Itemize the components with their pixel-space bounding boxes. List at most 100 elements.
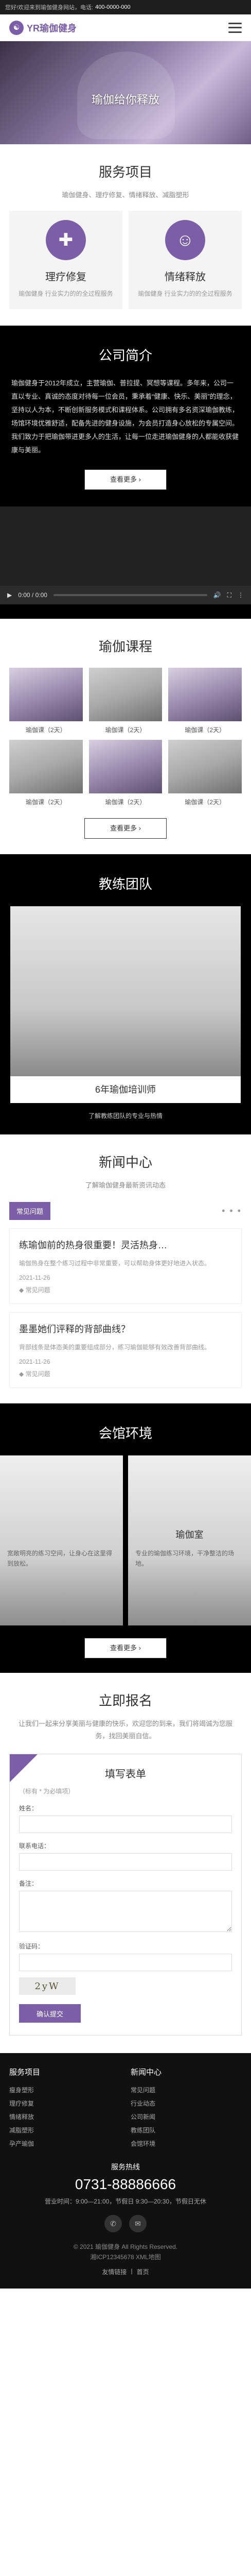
wechat-icon[interactable]: ✉ [129, 2215, 147, 2232]
video-player[interactable]: ▶ 0:00 / 0:00 🔊 ⛶ ⋮ [0, 506, 251, 604]
captcha-image[interactable]: 2yW [19, 1977, 76, 1995]
hero-banner: 瑜伽给你释放 [0, 41, 251, 144]
course-item[interactable]: 瑜伽课（2天） [88, 740, 163, 806]
news-item-tag: ◆ 常见问题 [19, 1285, 232, 1294]
footer-link[interactable]: 理疗修复 [9, 2097, 120, 2110]
name-field[interactable] [19, 1816, 232, 1833]
footer-link[interactable]: 会馆环境 [131, 2137, 242, 2150]
service-desc: 瑜伽健身 行业实力的的全过程服务 [138, 290, 232, 297]
news-section: 新闻中心 了解瑜伽健身最新资讯动态 常见问题 • • • 练瑜伽前的热身很重要！… [0, 1134, 251, 1403]
footer-link[interactable]: 孕产瑜伽 [9, 2137, 120, 2150]
tag-icon: ◆ [19, 1286, 26, 1294]
signup-subtitle: 让我们一起来分享美丽与健康的快乐，欢迎您的到来，我们将竭诚为您服务，找回美丽自信… [18, 1720, 232, 1740]
submit-button[interactable]: 确认提交 [19, 2004, 81, 2023]
hotline-block: 服务热线 0731-88886666 营业时间：9:00—21:00，节假日 9… [9, 2162, 242, 2206]
qq-icon[interactable]: ✆ [104, 2215, 122, 2232]
captcha-field[interactable] [19, 1954, 232, 1971]
course-caption: 瑜伽课（2天） [185, 799, 225, 806]
copyright: © 2021 瑜伽健身 All Rights Reserved. 湘ICP123… [9, 2242, 242, 2262]
courses-more-button[interactable]: 查看更多 › [84, 818, 167, 839]
signup-title: 立即报名 [98, 1693, 152, 1708]
services-section: 服务项目 瑜伽健身、理疗修复、情绪释放、减脂塑形 ✚ 理疗修复 瑜伽健身 行业实… [0, 144, 251, 326]
video-time: 0:00 / 0:00 [18, 591, 47, 599]
phone-label: 联系电话： [19, 1842, 50, 1850]
team-title: 教练团队 [98, 876, 152, 892]
news-item-date: 2021-11-26 [19, 1358, 50, 1365]
team-section: 教练团队 6年瑜伽培训师 了解教练团队的专业与热情 [0, 854, 251, 1134]
news-item[interactable]: 练瑜伽前的热身很重要！灵活热身… 瑜伽热身在整个练习过程中非常重要，可以帮助身体… [9, 1228, 242, 1304]
environment-photo[interactable]: 宽敞明亮的练习空间，让身心在这里得到放松。 [0, 1455, 123, 1625]
news-item-desc: 瑜伽热身在整个练习过程中非常重要，可以帮助身体更好地进入状态。 [19, 1260, 211, 1267]
footer-link[interactable]: 行业动态 [131, 2097, 242, 2110]
meditation-icon: ☺ [165, 220, 205, 260]
course-item[interactable]: 瑜伽课（2天） [9, 740, 83, 806]
about-title: 公司简介 [98, 348, 152, 363]
name-label: 姓名： [19, 1805, 38, 1812]
environment-photo-desc: 专业的瑜伽练习环境，干净整洁的场地。 [135, 1550, 235, 1567]
environment-section: 会馆环境 宽敞明亮的练习空间，让身心在这里得到放松。 瑜伽室 专业的瑜伽练习环境… [0, 1403, 251, 1673]
service-card-emotion[interactable]: ☺ 情绪释放 瑜伽健身 行业实力的的全过程服务 [129, 211, 242, 309]
about-text: 瑜伽健身于2012年成立，主营瑜伽、普拉提、冥想等课程。多年来，公司一直以专业、… [11, 379, 239, 454]
courses-section: 瑜伽课程 瑜伽课（2天） 瑜伽课（2天） 瑜伽课（2天） 瑜伽课（2天） 瑜伽课… [0, 619, 251, 854]
remark-label: 备注： [19, 1880, 38, 1887]
news-item-desc: 背部线条是体态美的重要组成部分，练习瑜伽能够有效改善背部曲线。 [19, 1344, 211, 1351]
news-item-tag-text: 常见问题 [25, 1370, 50, 1378]
course-image [88, 668, 163, 721]
hotline-number[interactable]: 0731-88886666 [9, 2176, 242, 2193]
course-image [9, 668, 83, 721]
video-controls: ▶ 0:00 / 0:00 🔊 ⛶ ⋮ [0, 586, 251, 604]
course-item[interactable]: 瑜伽课（2天） [88, 668, 163, 734]
remark-field[interactable] [19, 1891, 232, 1932]
video-progress[interactable] [53, 594, 207, 596]
site-footer: 服务项目 瘦身塑形 理疗修复 情绪释放 减脂塑形 孕产瑜伽 新闻中心 常见问题 … [0, 2053, 251, 2289]
bottom-nav-separator: | [131, 2267, 133, 2275]
coach-photo[interactable] [10, 906, 241, 1076]
news-item-title: 墨墨她们评释的背部曲线？ [19, 1324, 130, 1334]
phone-field[interactable] [19, 1853, 232, 1871]
captcha-label: 验证码： [19, 1943, 44, 1950]
top-info-bar: 您好!欢迎来到瑜伽健身网站，电话: 400-0000-000 [0, 0, 251, 14]
environment-photo-title: 瑜伽室 [175, 1530, 204, 1540]
form-corner-decoration [10, 1754, 38, 1782]
service-title: 理疗修复 [45, 272, 86, 283]
fullscreen-icon[interactable]: ⛶ [227, 591, 231, 599]
footer-link[interactable]: 减脂塑形 [9, 2124, 120, 2137]
form-hint: （标有 * 为必填项） [19, 1788, 75, 1795]
therapy-icon: ✚ [46, 220, 86, 260]
signup-section: 立即报名 让我们一起来分享美丽与健康的快乐，欢迎您的到来，我们将竭诚为您服务，找… [0, 1673, 251, 2036]
footer-link[interactable]: 常见问题 [131, 2083, 242, 2097]
more-options-icon[interactable]: ⋮ [238, 591, 244, 599]
news-item[interactable]: 墨墨她们评释的背部曲线？ 背部线条是体态美的重要组成部分，练习瑜伽能够有效改善背… [9, 1312, 242, 1388]
tab-faq[interactable]: 常见问题 [9, 1202, 51, 1220]
news-item-tag: ◆ 常见问题 [19, 1369, 232, 1378]
site-header: ☯ YR瑜伽健身 [0, 14, 251, 41]
tag-icon: ◆ [19, 1370, 26, 1378]
course-image [168, 740, 242, 793]
hamburger-menu-icon[interactable] [228, 22, 242, 33]
icp-text[interactable]: 湘ICP12345678 XML地图 [9, 2252, 242, 2262]
about-section: 公司简介 瑜伽健身于2012年成立，主营瑜伽、普拉提、冥想等课程。多年来，公司一… [0, 326, 251, 619]
footer-link[interactable]: 公司新闻 [131, 2110, 242, 2124]
service-card-therapy[interactable]: ✚ 理疗修复 瑜伽健身 行业实力的的全过程服务 [9, 211, 122, 309]
play-icon[interactable]: ▶ [7, 591, 12, 599]
course-item[interactable]: 瑜伽课（2天） [168, 668, 242, 734]
environment-photo[interactable]: 瑜伽室 专业的瑜伽练习环境，干净整洁的场地。 [128, 1455, 251, 1625]
top-phone[interactable]: 400-0000-000 [95, 4, 131, 10]
environment-more-button[interactable]: 查看更多 › [84, 1638, 167, 1658]
footer-link[interactable]: 情绪释放 [9, 2110, 120, 2124]
bottom-nav-link[interactable]: 友情链接 [102, 2267, 127, 2276]
course-item[interactable]: 瑜伽课（2天） [9, 668, 83, 734]
logo[interactable]: ☯ YR瑜伽健身 [9, 20, 77, 35]
course-item[interactable]: 瑜伽课（2天） [168, 740, 242, 806]
news-item-title: 练瑜伽前的热身很重要！灵活热身… [19, 1240, 167, 1250]
course-image [9, 740, 83, 793]
footer-link[interactable]: 教练团队 [131, 2124, 242, 2137]
volume-icon[interactable]: 🔊 [213, 591, 221, 599]
course-caption: 瑜伽课（2天） [25, 799, 66, 806]
service-title: 情绪释放 [165, 272, 206, 283]
about-more-button[interactable]: 查看更多 › [84, 469, 167, 490]
footer-link[interactable]: 瘦身塑形 [9, 2083, 120, 2097]
more-dots-icon[interactable]: • • • [222, 1206, 242, 1216]
bottom-nav-link[interactable]: 首页 [137, 2267, 149, 2276]
news-subtitle: 了解瑜伽健身最新资讯动态 [85, 1181, 166, 1189]
